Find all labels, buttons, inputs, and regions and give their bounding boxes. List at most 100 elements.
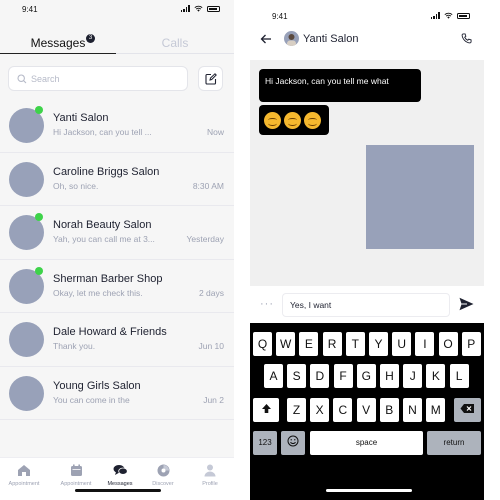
compose-button[interactable] <box>198 66 223 91</box>
more-options-button[interactable]: ··· <box>260 298 274 310</box>
key-z[interactable]: Z <box>287 398 306 422</box>
compose-icon <box>205 73 217 85</box>
contact-photo-icon <box>287 34 296 46</box>
key-q[interactable]: Q <box>253 332 272 356</box>
conversation-item[interactable]: Dale Howard & Friends Thank you. Jun 10 <box>0 313 234 367</box>
conversation-item[interactable]: Young Girls Salon You can come in the Jun … <box>0 367 234 420</box>
emoji-icon <box>287 435 299 447</box>
conversation-name: Yanti Salon <box>53 112 109 124</box>
tab-messages[interactable]: Messages 3 <box>0 34 116 54</box>
key-o[interactable]: O <box>438 332 458 356</box>
conversation-list: Yanti Salon Hi Jackson, can you tell ... N… <box>0 99 234 420</box>
back-arrow-icon[interactable] <box>260 33 272 45</box>
grinning-face-emoji-icon <box>264 111 281 129</box>
messages-count-badge: 3 <box>86 34 95 43</box>
conversation-time: 2 days <box>198 287 224 298</box>
send-icon[interactable] <box>459 297 474 311</box>
space-key[interactable]: space <box>310 431 423 455</box>
key-g[interactable]: G <box>356 364 376 388</box>
key-u[interactable]: U <box>392 332 412 356</box>
key-f[interactable]: F <box>333 364 353 388</box>
status-bar: 9:41 <box>0 0 234 18</box>
conversation-item[interactable]: Caroline Briggs Salon Oh, so nice. 8:30 AM <box>0 153 234 206</box>
message-thread: Hi Jackson, can you tell me what <box>250 60 484 286</box>
shift-key[interactable] <box>253 398 279 422</box>
key-c[interactable]: C <box>333 398 353 422</box>
inbox-screen: 9:41 Messages 3 Calls Yanti Salon Hi Jack… <box>0 0 234 500</box>
bottom-navigation: Appointment Appointment Messages Discover Pr… <box>0 457 234 500</box>
key-k[interactable]: K <box>426 364 446 388</box>
nav-item-discover[interactable]: Discover <box>140 464 186 487</box>
nav-item-profile[interactable]: Profile <box>187 464 233 487</box>
contact-name[interactable]: Yanti Salon <box>303 33 358 45</box>
outgoing-image-message[interactable] <box>366 145 474 249</box>
return-key[interactable]: return <box>427 431 481 455</box>
incoming-emoji-message <box>259 105 329 135</box>
conversation-time: 8:30 AM <box>192 180 224 191</box>
nav-item-home[interactable]: Appointment <box>1 464 47 487</box>
numbers-key[interactable]: 123 <box>253 431 277 455</box>
key-a[interactable]: A <box>264 364 283 388</box>
message-text: Hi Jackson, can you tell me what <box>265 76 389 86</box>
contact-avatar[interactable] <box>284 31 299 46</box>
conversation-name: Caroline Briggs Salon <box>53 165 160 178</box>
conversation-time: Jun 10 <box>198 341 224 351</box>
key-h[interactable]: H <box>380 364 399 388</box>
nav-item-calendar[interactable]: Appointment <box>53 464 99 487</box>
key-w[interactable]: W <box>276 332 296 356</box>
online-status-dot <box>35 266 43 275</box>
incoming-message: Hi Jackson, can you tell me what <box>259 69 421 102</box>
conversation-preview: Hi Jackson, can you tell ... <box>53 127 152 137</box>
conversation-preview: Yah, you can call me at 3... <box>53 234 155 244</box>
conversation-item[interactable]: Sherman Barber Shop Okay, let me check th… <box>0 260 234 313</box>
status-bar: 9:41 <box>250 0 484 21</box>
wifi-icon <box>444 12 453 19</box>
tab-messages-label: Messages <box>30 36 86 50</box>
backspace-key[interactable] <box>454 398 481 422</box>
message-composer: ··· <box>250 290 484 320</box>
status-time: 9:41 <box>272 12 288 21</box>
key-j[interactable]: J <box>403 364 423 388</box>
key-d[interactable]: D <box>310 364 330 388</box>
chat-icon <box>97 464 143 477</box>
backspace-icon <box>460 404 474 413</box>
conversation-name: Dale Howard & Friends <box>53 326 167 338</box>
message-input[interactable] <box>282 293 450 317</box>
key-v[interactable]: V <box>356 398 376 422</box>
key-l[interactable]: L <box>449 364 469 388</box>
search-input[interactable] <box>31 71 181 87</box>
tab-calls[interactable]: Calls <box>116 36 234 54</box>
profile-icon <box>187 464 233 477</box>
conversation-time: Jun 2 <box>203 394 224 405</box>
nav-item-chat[interactable]: Messages <box>97 464 143 487</box>
key-x[interactable]: X <box>310 398 330 422</box>
conversation-item[interactable]: Yanti Salon Hi Jackson, can you tell ... N… <box>0 99 234 153</box>
key-r[interactable]: R <box>322 332 342 356</box>
key-n[interactable]: N <box>403 398 422 422</box>
battery-icon <box>457 12 470 19</box>
home-icon <box>1 464 47 477</box>
battery-icon <box>207 5 220 12</box>
key-t[interactable]: T <box>345 332 365 356</box>
key-b[interactable]: B <box>379 398 399 422</box>
nav-label: Appointment <box>8 481 40 487</box>
key-m[interactable]: M <box>426 398 446 422</box>
key-s[interactable]: S <box>287 364 307 388</box>
key-y[interactable]: Y <box>369 332 388 356</box>
conversation-name: Norah Beauty Salon <box>53 219 152 231</box>
conversation-time: Now <box>206 127 224 137</box>
conversation-preview: Thank you. <box>53 341 96 351</box>
home-indicator <box>75 489 161 492</box>
key-i[interactable]: I <box>415 332 435 356</box>
avatar <box>9 161 44 197</box>
grinning-face-emoji-icon <box>284 111 301 129</box>
emoji-key[interactable] <box>281 431 305 455</box>
key-p[interactable]: P <box>461 332 481 356</box>
conversation-preview: Okay, let me check this. <box>53 287 143 298</box>
nav-label: Appointment <box>60 481 92 487</box>
key-e[interactable]: E <box>299 332 319 356</box>
nav-label: Profile <box>202 481 218 487</box>
phone-icon[interactable] <box>461 33 472 44</box>
keyboard: Q W E R T Y U I O P A S D F G H J K L Z X C V B N M 123 space return <box>250 323 484 500</box>
conversation-item[interactable]: Norah Beauty Salon Yah, you can call me a… <box>0 206 234 260</box>
